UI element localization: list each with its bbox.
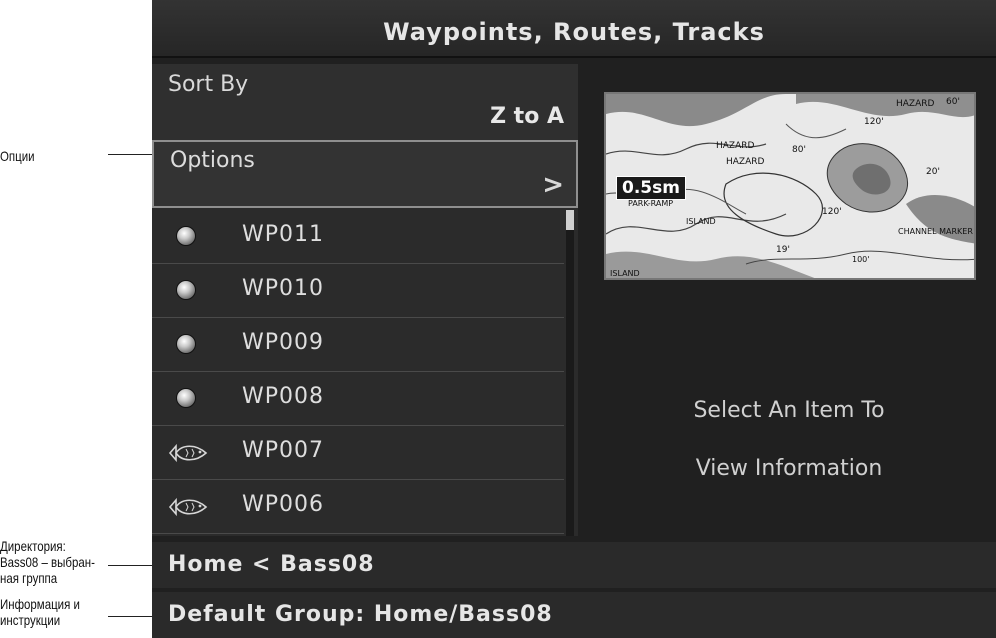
callout-directory-line3: ная группа: [0, 570, 58, 586]
list-item-wp009[interactable]: WP009: [152, 318, 564, 372]
map-label: 80': [792, 145, 806, 155]
map-label: HAZARD: [716, 141, 755, 151]
map-label: CHANNEL MARKER: [898, 227, 973, 236]
list-scrollbar[interactable]: [566, 210, 574, 536]
list-item-wp008[interactable]: WP008: [152, 372, 564, 426]
options-menu-item[interactable]: Options >: [152, 140, 578, 208]
sort-by-menu-item[interactable]: Sort By Z to A: [152, 64, 578, 140]
map-label: HAZARD: [726, 157, 765, 167]
breadcrumb-text: Home < Bass08: [168, 552, 375, 577]
waypoint-dot-icon: [176, 226, 196, 246]
chevron-right-icon: >: [542, 170, 564, 200]
callout-info-line2: инструкции: [0, 612, 61, 628]
map-scale-badge: 0.5sm: [616, 176, 686, 200]
map-label: ISLAND: [610, 269, 640, 278]
breadcrumb: Home < Bass08: [152, 542, 996, 588]
list-item-wp011[interactable]: WP011: [152, 210, 564, 264]
map-label: 19': [776, 245, 790, 255]
list-item-wp007[interactable]: WP007: [152, 426, 564, 480]
waypoint-dot-icon: [176, 388, 196, 408]
sort-by-value: Z to A: [490, 104, 564, 129]
callout-options-label: Опции: [0, 148, 35, 164]
map-label: 120': [864, 117, 884, 127]
waypoint-dot-icon: [176, 334, 196, 354]
info-line-1: Select An Item To: [693, 398, 885, 423]
scrollbar-thumb[interactable]: [566, 210, 574, 230]
map-label: 20': [926, 167, 940, 177]
callout-info-line1: Информация и: [0, 596, 80, 612]
fish-icon: [168, 443, 208, 463]
title-bar: Waypoints, Routes, Tracks: [152, 0, 996, 58]
preview-panel: HAZARD HAZARD HAZARD 120' 80' 60' 20' 19…: [582, 64, 996, 536]
waypoint-list: WP011 WP010 WP009 WP008 WP007 WP006: [152, 210, 564, 536]
fish-icon: [168, 497, 208, 517]
list-item-label: WP011: [242, 222, 325, 247]
map-label: PARK-RAMP: [628, 199, 673, 208]
list-item-wp006[interactable]: WP006: [152, 480, 564, 534]
list-item-label: WP008: [242, 384, 325, 409]
status-text: Default Group: Home/Bass08: [168, 602, 553, 627]
list-item-label: WP009: [242, 330, 325, 355]
device-screen: Waypoints, Routes, Tracks Sort By Z to A…: [152, 0, 996, 638]
map-label: 60': [946, 97, 960, 107]
map-label: 100': [852, 255, 869, 264]
waypoint-dot-icon: [176, 280, 196, 300]
page-title: Waypoints, Routes, Tracks: [383, 18, 765, 46]
waypoint-list-panel: Sort By Z to A Options > WP011 WP010 WP0…: [152, 64, 578, 536]
status-bar: Default Group: Home/Bass08: [152, 592, 996, 638]
sort-by-label: Sort By: [168, 72, 249, 97]
map-label: ISLAND: [686, 217, 716, 226]
list-item-label: WP007: [242, 438, 325, 463]
map-label: HAZARD: [896, 99, 935, 109]
chart-map-preview: HAZARD HAZARD HAZARD 120' 80' 60' 20' 19…: [604, 92, 976, 280]
options-label: Options: [170, 148, 255, 173]
list-item-label: WP010: [242, 276, 325, 301]
callout-directory-line2: Bass08 – выбран-: [0, 554, 95, 570]
list-item-wp010[interactable]: WP010: [152, 264, 564, 318]
info-line-2: View Information: [695, 456, 883, 481]
map-label: 120': [822, 207, 842, 217]
callout-directory-line1: Директория:: [0, 538, 66, 554]
list-item-label: WP006: [242, 492, 325, 517]
